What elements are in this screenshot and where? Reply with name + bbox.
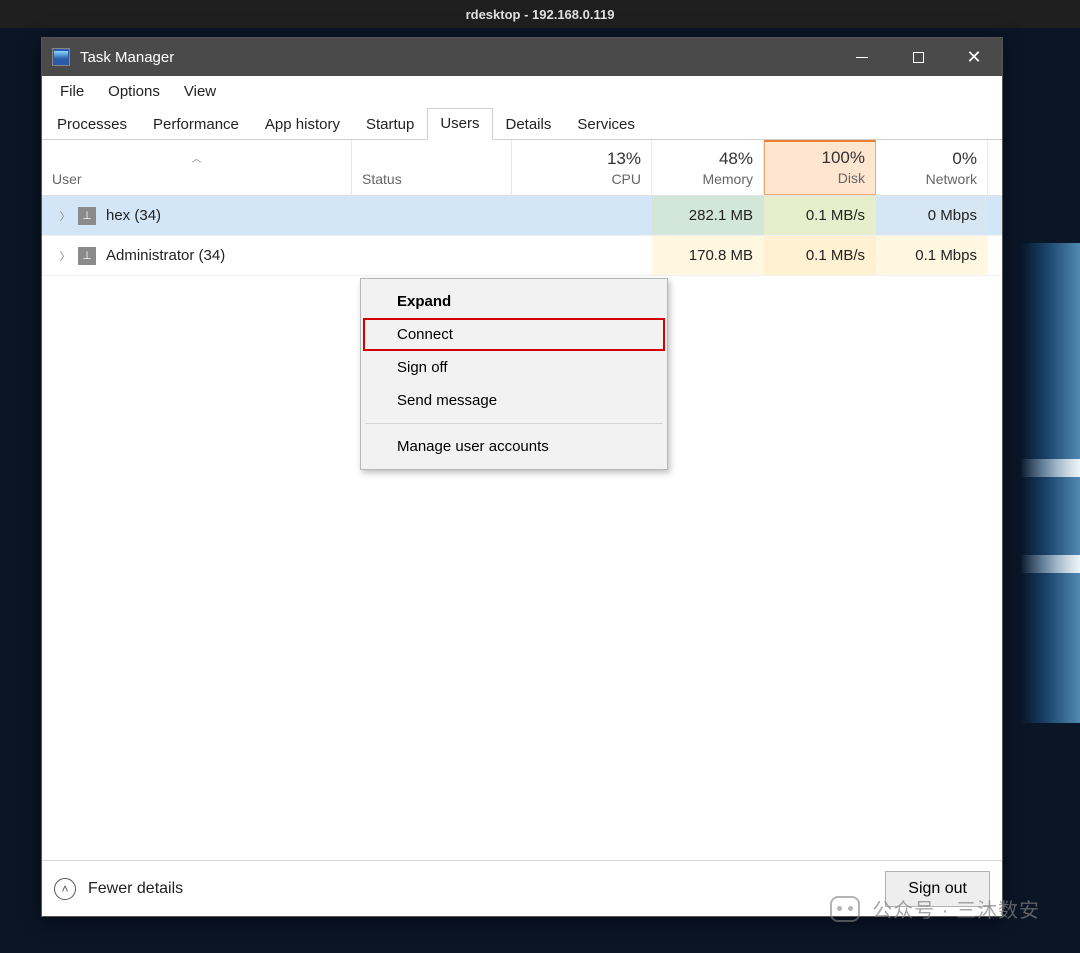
menubar: File Options View	[42, 76, 1002, 106]
ctx-send-message[interactable]: Send message	[363, 384, 665, 417]
col-label-disk: Disk	[775, 170, 865, 186]
rdesktop-titlebar: rdesktop - 192.168.0.119	[0, 0, 1080, 28]
task-manager-icon	[52, 48, 70, 66]
tab-details[interactable]: Details	[493, 109, 565, 140]
col-header-status[interactable]: Status	[352, 140, 512, 195]
tab-performance[interactable]: Performance	[140, 109, 252, 140]
close-button[interactable]: ✕	[946, 38, 1002, 76]
col-header-cpu[interactable]: 13% CPU	[512, 140, 652, 195]
cell-cpu	[512, 236, 652, 275]
table-row[interactable]: 〉 ⊥ hex (34) 282.1 MB 0.1 MB/s 0 Mbps	[42, 196, 1002, 236]
cell-network: 0 Mbps	[876, 196, 988, 235]
table-row[interactable]: 〉 ⊥ Administrator (34) 170.8 MB 0.1 MB/s…	[42, 236, 1002, 276]
close-icon: ✕	[966, 48, 981, 66]
ctx-separator	[365, 423, 663, 424]
tab-services[interactable]: Services	[564, 109, 648, 140]
col-label-status: Status	[362, 171, 402, 187]
wechat-icon	[830, 896, 860, 922]
ctx-connect[interactable]: Connect	[363, 318, 665, 351]
fewer-details-icon[interactable]: ˄	[54, 878, 76, 900]
col-pct-network: 0%	[886, 149, 977, 169]
expand-chevron-icon[interactable]: 〉	[52, 248, 78, 264]
minimize-button[interactable]	[834, 38, 890, 76]
sort-caret-up-icon: ︿	[192, 150, 202, 165]
col-header-network[interactable]: 0% Network	[876, 140, 988, 195]
task-manager-window: Task Manager ✕ File Options View Process…	[41, 37, 1003, 917]
tab-app-history[interactable]: App history	[252, 109, 353, 140]
tab-startup[interactable]: Startup	[353, 109, 427, 140]
ctx-manage-users[interactable]: Manage user accounts	[363, 430, 665, 463]
col-label-cpu: CPU	[522, 171, 641, 187]
table-header-row: ︿ User Status 13% CPU 48% Memory 100% Di…	[42, 140, 1002, 196]
col-label-network: Network	[886, 171, 977, 187]
user-avatar-icon: ⊥	[78, 247, 96, 265]
window-titlebar[interactable]: Task Manager ✕	[42, 38, 1002, 76]
cell-disk: 0.1 MB/s	[764, 236, 876, 275]
tab-users[interactable]: Users	[427, 108, 492, 140]
user-context-menu: Expand Connect Sign off Send message Man…	[360, 278, 668, 470]
rdesktop-title: rdesktop - 192.168.0.119	[466, 7, 615, 22]
expand-chevron-icon[interactable]: 〉	[52, 208, 78, 224]
cell-cpu	[512, 196, 652, 235]
col-label-memory: Memory	[662, 171, 753, 187]
col-pct-memory: 48%	[662, 149, 753, 169]
menu-file[interactable]: File	[48, 79, 96, 104]
cell-user: 〉 ⊥ hex (34)	[42, 196, 352, 235]
window-title: Task Manager	[80, 49, 174, 66]
cell-status	[352, 196, 512, 235]
user-name: hex (34)	[106, 207, 161, 224]
cell-user: 〉 ⊥ Administrator (34)	[42, 236, 352, 275]
fewer-details-label[interactable]: Fewer details	[88, 880, 183, 898]
col-label-user: User	[52, 171, 82, 187]
menu-options[interactable]: Options	[96, 79, 172, 104]
ctx-expand[interactable]: Expand	[363, 285, 665, 318]
cell-disk: 0.1 MB/s	[764, 196, 876, 235]
col-pct-cpu: 13%	[522, 149, 641, 169]
watermark-text: 公众号 · 三沐数安	[872, 894, 1040, 923]
col-header-memory[interactable]: 48% Memory	[652, 140, 764, 195]
menu-view[interactable]: View	[172, 79, 228, 104]
users-table: ︿ User Status 13% CPU 48% Memory 100% Di…	[42, 140, 1002, 860]
col-header-disk[interactable]: 100% Disk	[764, 140, 876, 195]
tab-processes[interactable]: Processes	[44, 109, 140, 140]
cell-memory: 170.8 MB	[652, 236, 764, 275]
cell-network: 0.1 Mbps	[876, 236, 988, 275]
user-name: Administrator (34)	[106, 247, 225, 264]
user-avatar-icon: ⊥	[78, 207, 96, 225]
col-header-user[interactable]: ︿ User	[42, 140, 352, 195]
maximize-button[interactable]	[890, 38, 946, 76]
col-pct-disk: 100%	[775, 148, 865, 168]
cell-status	[352, 236, 512, 275]
ctx-sign-off[interactable]: Sign off	[363, 351, 665, 384]
tab-bar: Processes Performance App history Startu…	[42, 106, 1002, 140]
watermark: 公众号 · 三沐数安	[830, 894, 1040, 923]
cell-memory: 282.1 MB	[652, 196, 764, 235]
wallpaper-art	[1020, 243, 1080, 723]
